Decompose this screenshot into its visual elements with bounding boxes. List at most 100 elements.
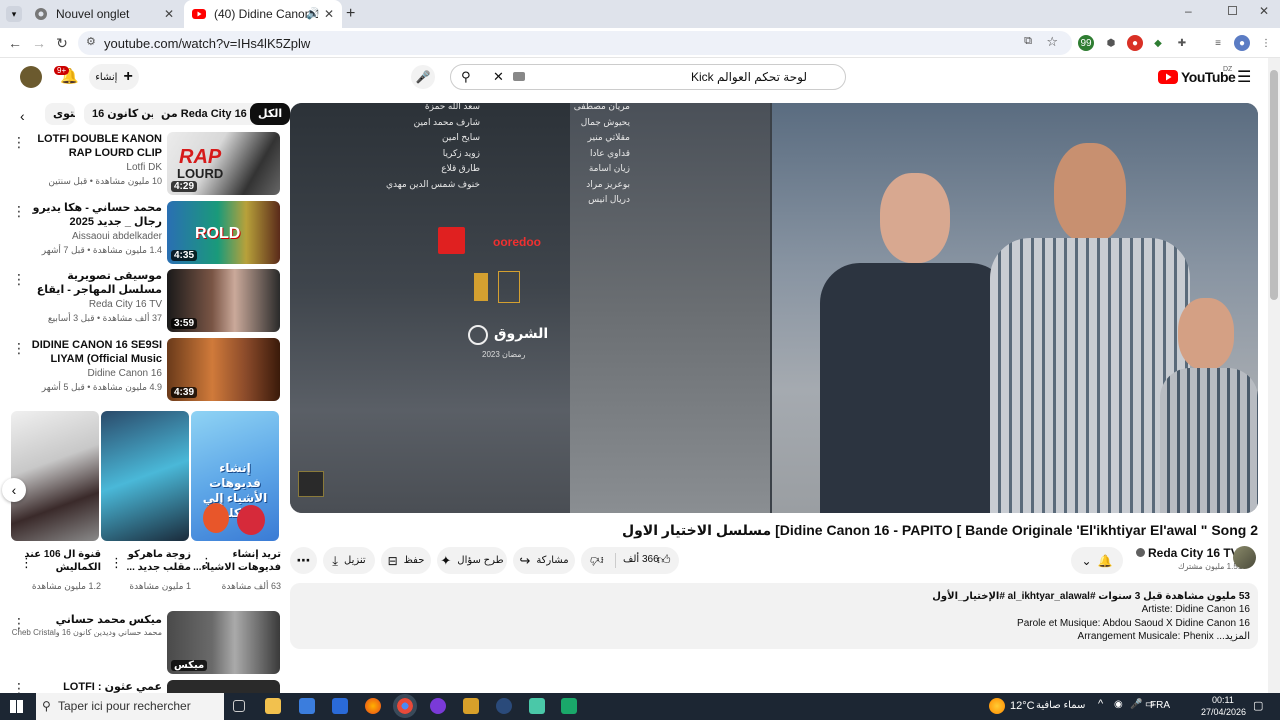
audio-playing-icon[interactable]: 🔊 <box>306 7 320 20</box>
like-icon[interactable]: 👍︎ <box>657 552 671 568</box>
chrome-icon[interactable] <box>393 694 417 718</box>
video-thumbnail[interactable]: ROLD 4:35 <box>167 201 280 264</box>
browser-menu-icon[interactable]: ⋮ <box>1258 35 1274 51</box>
extension-badge-icon[interactable]: 99 <box>1078 35 1094 51</box>
tab-list-dropdown-icon[interactable]: ▾ <box>6 6 22 22</box>
site-info-icon[interactable]: ⚙ <box>86 35 96 48</box>
steam-icon[interactable] <box>496 698 512 714</box>
tray-chevron-icon[interactable]: ^ <box>1098 698 1103 710</box>
related-video[interactable]: ROLD 4:35 محمد حساني - هكا يديرو رجال _ … <box>10 201 280 267</box>
shorts-prev-icon[interactable]: ‹ <box>2 478 26 502</box>
related-video[interactable]: 4:39 DIDINE CANON 16 SE9SI LIYAM (Offici… <box>10 338 280 404</box>
search-box[interactable]: ⚲ ✕ لوحة تحكم العوالم Kick <box>450 64 846 90</box>
new-tab-button[interactable]: + <box>346 5 355 23</box>
short-thumbnail[interactable] <box>101 411 189 541</box>
channel-avatar[interactable] <box>1233 546 1256 569</box>
app-icon-green[interactable] <box>529 698 545 714</box>
dislike-icon[interactable]: 👍︎ <box>590 552 604 568</box>
guide-menu-icon[interactable]: ☰ <box>1237 67 1251 87</box>
more-actions-icon[interactable]: ⋮ <box>12 680 26 693</box>
file-explorer-icon[interactable] <box>265 698 281 714</box>
account-avatar[interactable] <box>20 66 42 88</box>
extension-red-icon[interactable]: ● <box>1127 35 1143 51</box>
close-window-icon[interactable]: ✕ <box>1259 4 1269 18</box>
short-more-icon[interactable]: ⋮ <box>110 555 123 571</box>
related-channel[interactable]: Lotfi DK <box>126 162 162 173</box>
more-actions-button[interactable]: ⋯ <box>290 547 317 574</box>
save-button[interactable]: ⊟ حفظ <box>381 547 431 574</box>
app-icon-gold[interactable] <box>463 698 479 714</box>
chip-all[interactable]: الكل <box>250 103 291 125</box>
calculator-icon[interactable] <box>299 698 315 714</box>
firefox-icon[interactable] <box>365 698 381 714</box>
related-channel[interactable]: Reda City 16 TV <box>89 299 162 310</box>
keyboard-icon[interactable] <box>513 72 525 81</box>
download-button[interactable]: ⤓ تنزيل <box>323 547 375 574</box>
related-video[interactable]: RAP LOURD 4:29 LOTFI DOUBLE KANON RAP LO… <box>10 132 280 198</box>
share-button[interactable]: ↪ مشاركة <box>513 547 575 574</box>
voice-search-mic-icon[interactable]: 🎤 <box>411 65 435 89</box>
short-more-icon[interactable]: ⋮ <box>20 555 33 571</box>
back-icon[interactable]: ← <box>6 34 24 52</box>
related-video[interactable]: 3:59 موسيقى تصويرية مسلسل المهاجر - ايقا… <box>10 269 280 335</box>
channel-watermark-icon[interactable] <box>298 471 324 497</box>
mix-thumbnail[interactable]: ميكس <box>167 611 280 674</box>
short-thumbnail[interactable]: إنشاء فديوهات الأشياء إلي تتكلم <box>191 411 279 541</box>
video-thumbnail[interactable] <box>167 680 280 693</box>
minimize-icon[interactable]: – <box>1185 4 1192 18</box>
chips-prev-icon[interactable]: ‹ <box>20 108 25 124</box>
weather-temp[interactable]: 12°C <box>1010 700 1035 712</box>
clock-time[interactable]: 00:11 <box>1212 695 1234 705</box>
weather-desc[interactable]: سماء صافية <box>1036 700 1085 711</box>
related-title[interactable]: LOTFI DOUBLE KANON RAP LOURD CLIP OFFICI… <box>22 132 162 160</box>
like-count[interactable]: 366 ألف <box>623 554 659 565</box>
chip-more[interactable]: محتوى <box>45 103 75 125</box>
bookmark-star-icon[interactable]: ☆ <box>1046 34 1058 50</box>
related-title[interactable]: محمد حساني - هكا يديرو رجال _ جديد 2025 <box>22 201 162 229</box>
app-icon-purple[interactable] <box>430 698 446 714</box>
description-line[interactable]: Arrangement Musicale: Phenix ...المزيد <box>1078 631 1250 642</box>
mix-item[interactable]: ميكس ميكس محمد حساني محمد حساني وديدين ك… <box>10 611 280 675</box>
tray-app-icon[interactable]: ◉ <box>1114 699 1123 710</box>
video-player[interactable]: مريان مصطفى يحيوش جمال مقلاتي منير قداوي… <box>290 103 1258 513</box>
task-view-icon[interactable] <box>233 700 245 712</box>
more-actions-icon[interactable]: ⋮ <box>12 134 26 151</box>
related-title[interactable]: عمي عثون : LOTFI DOUBLE KANON <box>22 680 162 693</box>
tab-youtube[interactable]: (40) Didine Canon 16 - PAPIT 🔊 ✕ <box>184 0 342 28</box>
restore-icon[interactable] <box>1228 6 1237 15</box>
address-bar[interactable]: ⚙ youtube.com/watch?v=IHs4lK5Zplw ⧉ ☆ <box>78 31 1072 55</box>
more-actions-icon[interactable]: ⋮ <box>12 203 26 220</box>
profile-avatar-icon[interactable]: ● <box>1234 35 1250 51</box>
reading-list-icon[interactable]: ≡ <box>1210 35 1226 51</box>
notifications-center-icon[interactable]: ▢ <box>1253 699 1263 712</box>
more-actions-icon[interactable]: ⋮ <box>12 340 26 357</box>
windows-start-icon[interactable] <box>10 700 23 713</box>
related-channel[interactable]: Didine Canon 16 <box>88 368 163 379</box>
extension-shield-icon[interactable]: ⬢ <box>1103 35 1119 51</box>
url-text[interactable]: youtube.com/watch?v=IHs4lK5Zplw <box>104 36 310 51</box>
forward-icon[interactable]: → <box>30 34 48 52</box>
taskbar-search[interactable]: ⚲ Taper ici pour rechercher <box>36 693 224 720</box>
short-thumbnail[interactable] <box>11 411 99 541</box>
video-thumbnail[interactable]: 4:39 <box>167 338 280 401</box>
search-input[interactable]: لوحة تحكم العوالم Kick <box>691 70 807 84</box>
video-thumbnail[interactable]: 3:59 <box>167 269 280 332</box>
close-tab-icon[interactable]: ✕ <box>164 7 174 21</box>
related-title[interactable]: موسيقى تصويرية مسلسل المهاجر - ايقاع اله… <box>22 269 162 297</box>
tab-new-tab[interactable]: Nouvel onglet ✕ <box>26 0 182 28</box>
search-icon[interactable]: ⚲ <box>461 69 471 85</box>
outlook-icon[interactable] <box>332 698 348 714</box>
ask-button[interactable]: ✦ طرح سؤال <box>437 547 507 574</box>
microphone-icon[interactable]: 🎤 <box>1130 699 1142 710</box>
language-indicator[interactable]: FRA <box>1150 700 1170 711</box>
extensions-puzzle-icon[interactable]: ✚ <box>1174 35 1190 51</box>
reload-icon[interactable]: ↻ <box>53 34 71 52</box>
channel-name[interactable]: Reda City 16 TV <box>1148 546 1239 560</box>
video-thumbnail[interactable]: RAP LOURD 4:29 <box>167 132 280 195</box>
create-button[interactable]: إنشاء + <box>89 64 139 90</box>
scrollbar-thumb[interactable] <box>1270 70 1278 300</box>
extension-green-icon[interactable]: ◆ <box>1150 35 1166 51</box>
more-actions-icon[interactable]: ⋮ <box>12 271 26 288</box>
close-tab-icon[interactable]: ✕ <box>324 7 334 21</box>
clock-date[interactable]: 27/04/2026 <box>1201 707 1246 717</box>
